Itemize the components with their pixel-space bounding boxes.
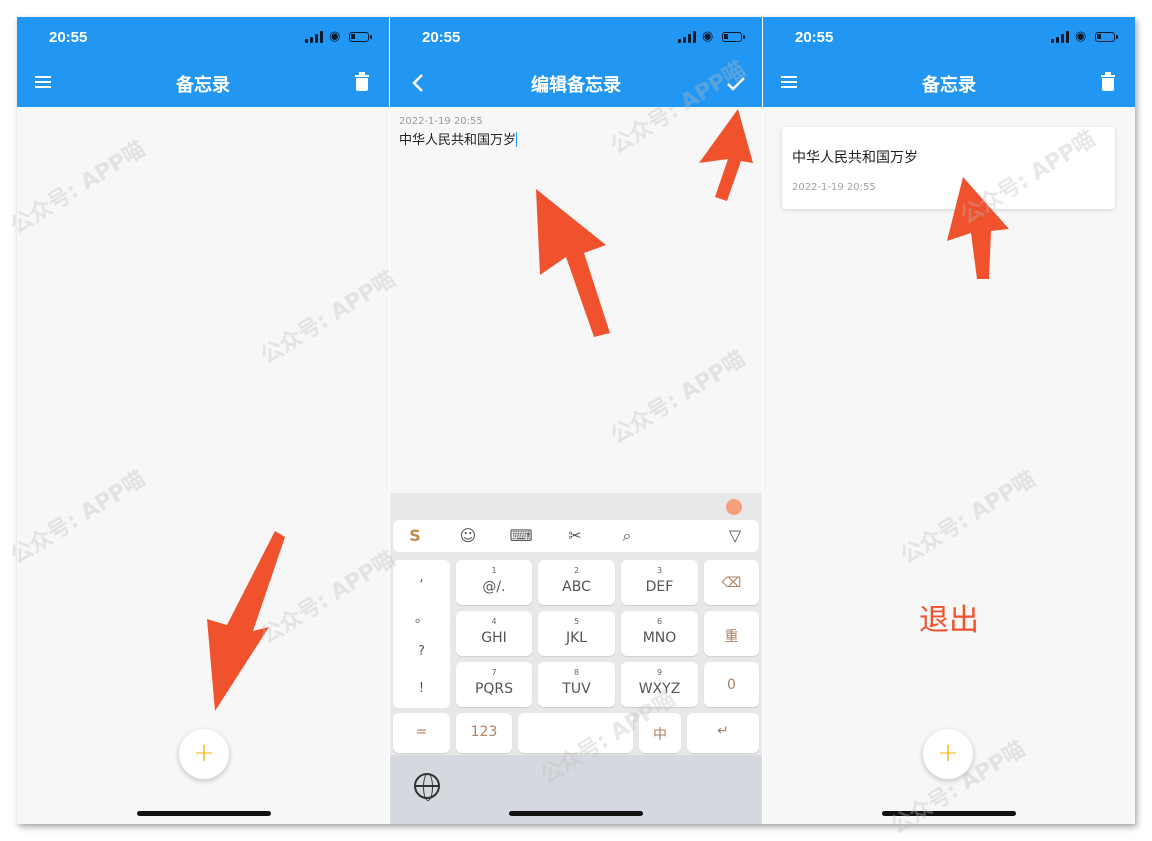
annotation-arrow-down (207, 531, 285, 711)
annotation-arrow-up-card (947, 177, 1009, 279)
screen-memo-list: 20:55 ◉ 备忘录 中华人民共和国万岁 2022-1-19 20:55 退出… (763, 17, 1135, 824)
screen-memo-list-empty: 20:55 ◉ 备忘录 + (17, 17, 389, 824)
annotation-arrow-up-editor (536, 189, 610, 337)
annotation-arrows (536, 109, 753, 337)
screen-edit-memo: 20:55 ◉ 编辑备忘录 2022-1-19 20:55 中华人民共和国万岁 … (390, 17, 762, 824)
annotation-arrow-up-check (699, 109, 753, 201)
